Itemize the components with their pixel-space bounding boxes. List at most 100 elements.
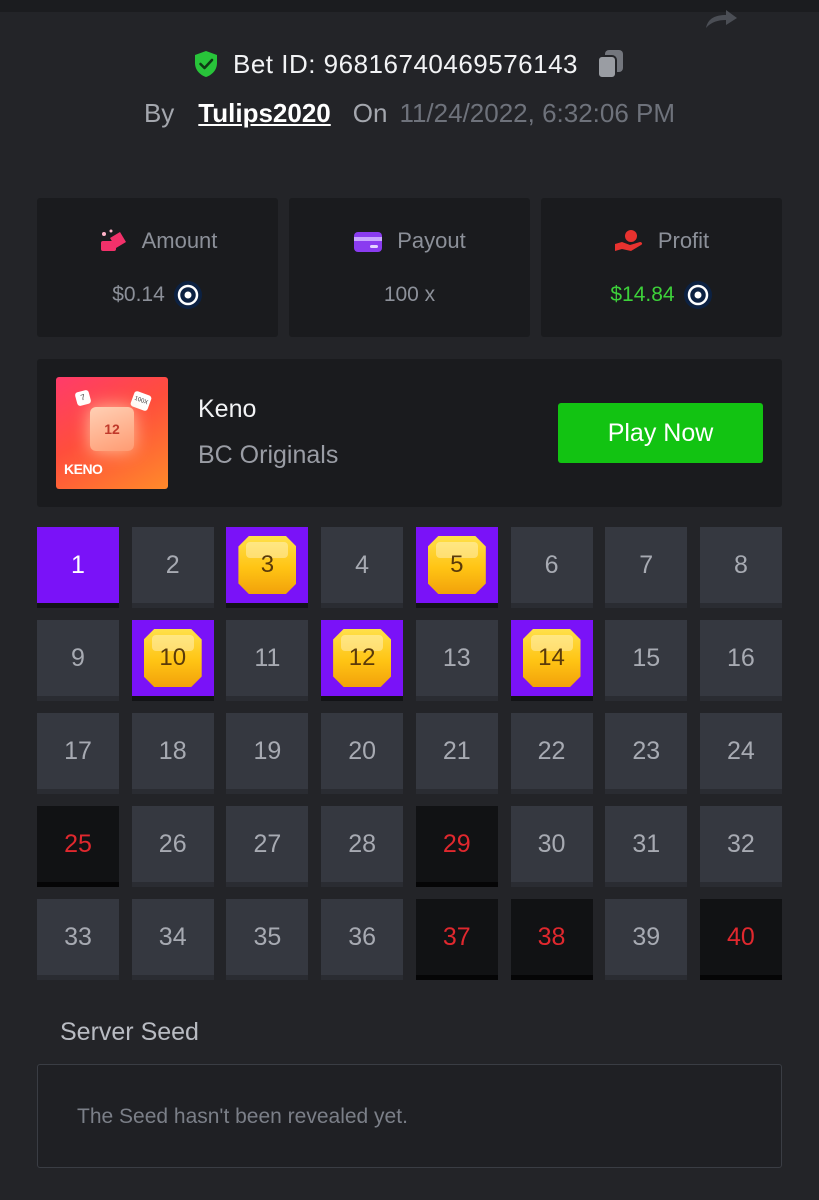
- crypto-coin-icon: [173, 281, 202, 309]
- keno-tile: 11: [226, 620, 309, 701]
- tile-number: 18: [158, 736, 187, 765]
- keno-tile: 13: [415, 620, 498, 701]
- keno-tile: 4: [321, 527, 404, 608]
- keno-tile: 14: [510, 620, 593, 701]
- game-provider: BC Originals: [198, 441, 339, 469]
- tile-number: 10: [159, 644, 187, 671]
- gem-icon: 10: [143, 629, 202, 687]
- amount-card: Amount $0.14: [37, 198, 278, 337]
- keno-tile: 25: [37, 806, 119, 887]
- tile-number: 37: [442, 922, 471, 951]
- payout-label: Payout: [397, 228, 466, 253]
- tile-number: 9: [71, 643, 85, 672]
- keno-tile: 21: [415, 713, 498, 794]
- server-seed-box: The Seed hasn't been revealed yet.: [37, 1064, 782, 1168]
- by-label: By: [143, 97, 175, 128]
- tile-number: 23: [632, 736, 661, 765]
- bet-stats: Amount $0.14 Payout 100 x Profit $14.84: [37, 198, 782, 337]
- keno-tile: 7: [605, 527, 688, 608]
- tile-number: 38: [537, 922, 566, 951]
- keno-tile: 36: [321, 899, 404, 980]
- hand-coin-icon: [614, 230, 642, 251]
- keno-tile: 37: [415, 899, 498, 980]
- tile-number: 17: [64, 736, 92, 765]
- tile-number: 29: [442, 829, 471, 858]
- game-panel: 7 100X 12 KENO Keno BC Originals Play No…: [37, 359, 782, 507]
- wallet-card-icon: [354, 232, 383, 252]
- tile-number: 1: [71, 550, 85, 579]
- keno-tile: 22: [510, 713, 593, 794]
- tile-number: 2: [165, 550, 180, 579]
- tile-number: 14: [538, 644, 565, 671]
- play-now-button[interactable]: Play Now: [558, 403, 763, 463]
- profit-card: Profit $14.84: [541, 198, 782, 337]
- tile-number: 8: [733, 550, 748, 579]
- gem-icon: 3: [238, 536, 297, 594]
- tile-number: 40: [727, 922, 755, 951]
- keno-tile: 1: [37, 527, 119, 608]
- tile-number: 21: [442, 736, 471, 765]
- tile-number: 15: [632, 643, 661, 672]
- tile-number: 7: [639, 550, 654, 579]
- keno-tile: 19: [226, 713, 309, 794]
- tile-number: 35: [253, 922, 282, 951]
- thumb-die: 7: [74, 389, 92, 407]
- keno-tile: 18: [131, 713, 214, 794]
- keno-tile: 32: [699, 806, 782, 887]
- bet-id-row: Bet ID: 96816740469576143: [0, 44, 819, 84]
- thumb-die: 100X: [129, 390, 153, 412]
- profit-value: $14.84: [610, 283, 675, 306]
- tile-number: 12: [348, 644, 376, 671]
- keno-tile: 35: [226, 899, 309, 980]
- gem-icon: 12: [333, 629, 392, 687]
- keno-tile: 8: [699, 527, 782, 608]
- keno-tile: 5: [415, 527, 498, 608]
- amount-label: Amount: [141, 228, 218, 253]
- keno-tile: 2: [131, 527, 214, 608]
- verified-shield-icon: [194, 51, 217, 77]
- tile-number: 39: [632, 922, 661, 951]
- keno-tile: 20: [321, 713, 404, 794]
- tile-number: 31: [632, 829, 661, 858]
- tile-number: 24: [727, 736, 755, 765]
- keno-board: 1 2 3 4 5 6 7 8 9 10 11 12 13 14 15 16 17 18 19 20 21 22 23 24 2…: [37, 527, 782, 980]
- keno-tile: 33: [37, 899, 119, 980]
- payout-card: Payout 100 x: [289, 198, 530, 337]
- keno-tile: 27: [226, 806, 309, 887]
- server-seed-text: The Seed hasn't been revealed yet.: [77, 1105, 408, 1128]
- keno-tile: 16: [699, 620, 782, 701]
- game-thumbnail[interactable]: 7 100X 12 KENO: [56, 377, 168, 489]
- keno-tile: 12: [321, 620, 404, 701]
- amount-value: $0.14: [112, 283, 165, 306]
- top-bar: [0, 0, 819, 12]
- keno-tile: 3: [226, 527, 309, 608]
- bet-author-row: By Tulips2020 On 11/24/2022, 6:32:06 PM: [0, 94, 819, 132]
- tile-number: 3: [260, 551, 275, 578]
- copy-icon[interactable]: [596, 48, 626, 80]
- tile-number: 33: [64, 922, 92, 951]
- on-label: On: [352, 97, 388, 128]
- bet-id: Bet ID: 96816740469576143: [232, 48, 578, 79]
- tile-number: 13: [442, 643, 471, 672]
- tile-number: 20: [348, 736, 377, 765]
- keno-tile: 6: [510, 527, 593, 608]
- tile-number: 26: [158, 829, 187, 858]
- tile-number: 19: [253, 736, 282, 765]
- keno-tile: 30: [510, 806, 593, 887]
- bet-amount-icon: [100, 229, 126, 251]
- tile-number: 22: [537, 736, 566, 765]
- tile-number: 6: [544, 550, 559, 579]
- keno-tile: 39: [605, 899, 688, 980]
- keno-tile: 10: [131, 620, 214, 701]
- keno-tile: 17: [37, 713, 119, 794]
- bet-timestamp: 11/24/2022, 6:32:06 PM: [399, 97, 676, 128]
- username-link[interactable]: Tulips2020: [198, 98, 330, 129]
- tile-number: 16: [727, 643, 755, 672]
- share-icon[interactable]: [700, 8, 740, 30]
- keno-tile: 24: [699, 713, 782, 794]
- keno-tile: 40: [699, 899, 782, 980]
- server-seed-label: Server Seed: [60, 1018, 199, 1046]
- profit-label: Profit: [657, 228, 710, 253]
- tile-number: 28: [348, 829, 377, 858]
- tile-number: 4: [355, 550, 370, 579]
